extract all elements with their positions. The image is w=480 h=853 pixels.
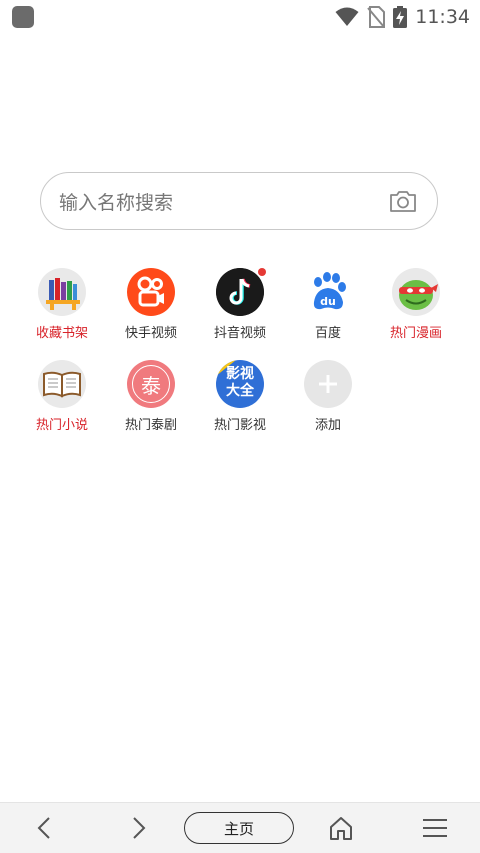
shortcut-hot-movies[interactable]: 影视大全 热门影视 (196, 360, 284, 450)
notification-dot (258, 268, 266, 276)
home-icon[interactable] (326, 813, 356, 843)
wifi-icon (335, 7, 359, 26)
home-page-button[interactable]: 主页 (184, 812, 294, 844)
app-notification-icon (12, 6, 34, 28)
shortcut-label: 热门影视 (213, 418, 266, 433)
add-icon (304, 360, 352, 408)
search-input-placeholder[interactable]: 输入名称搜索 (59, 188, 389, 215)
status-time: 11:34 (415, 6, 470, 28)
douyin-icon (216, 268, 266, 316)
shortcut-label: 百度 (314, 326, 341, 341)
shortcut-douyin[interactable]: 抖音视频 (196, 268, 284, 358)
movies-icon: 影视大全 (216, 360, 264, 408)
search-box[interactable]: 输入名称搜索 (40, 172, 438, 230)
shortcut-kuaishou[interactable]: 快手视频 (107, 268, 195, 358)
shortcut-label: 快手视频 (124, 326, 177, 341)
thai-drama-icon: 泰 (127, 360, 175, 408)
menu-icon[interactable] (420, 813, 450, 843)
forward-icon[interactable] (123, 813, 153, 843)
shortcut-hot-novels[interactable]: 热门小说 (18, 360, 106, 450)
bottom-navigation-bar: 主页 (0, 802, 480, 853)
status-bar: 11:34 (0, 0, 480, 34)
shortcut-hot-comics[interactable]: 热门漫画 (372, 268, 460, 358)
shortcut-label: 热门小说 (35, 418, 88, 433)
shortcut-label: 收藏书架 (35, 326, 88, 341)
kuaishou-icon (127, 268, 175, 316)
shortcut-label: 热门漫画 (389, 326, 442, 341)
shortcut-bookshelf[interactable]: 收藏书架 (18, 268, 106, 358)
open-book-icon (38, 360, 86, 408)
shortcut-add[interactable]: 添加 (284, 360, 372, 450)
svg-text:du: du (320, 295, 336, 308)
browser-home-screen: 11:34 输入名称搜索 收藏书架 快手视频 抖音视频 du 百度 热门漫画 热… (0, 0, 480, 853)
thai-drama-icon-text: 泰 (141, 373, 161, 398)
shortcut-hot-thai-drama[interactable]: 泰 热门泰剧 (107, 360, 195, 450)
movies-icon-text: 影视大全 (226, 366, 254, 399)
status-icons: 11:34 (335, 4, 470, 30)
shortcut-baidu[interactable]: du 百度 (284, 268, 372, 358)
shortcut-label: 热门泰剧 (124, 418, 177, 433)
back-icon[interactable] (30, 813, 60, 843)
shortcut-label: 添加 (314, 418, 341, 433)
no-sim-icon (367, 6, 386, 28)
bookshelf-icon (38, 268, 86, 316)
home-page-label: 主页 (223, 819, 254, 838)
turtle-comic-icon (392, 268, 440, 316)
shortcut-label: 抖音视频 (213, 326, 266, 341)
camera-icon[interactable] (389, 189, 417, 213)
battery-charging-icon (393, 6, 408, 28)
baidu-icon: du (304, 268, 352, 316)
